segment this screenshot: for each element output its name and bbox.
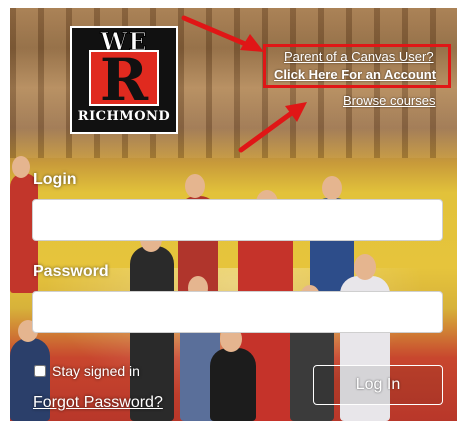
logo-letter: R [89,50,159,109]
annotation-arrow-icon [238,102,307,153]
annotation-arrow-icon [181,15,264,52]
login-page: WE R RICHMOND Parent of a Canvas User? C… [10,8,457,421]
create-account-link[interactable]: Click Here For an Account [274,67,436,82]
login-input[interactable] [32,199,443,241]
school-logo: WE R RICHMOND [70,26,178,134]
parent-canvas-user-link[interactable]: Parent of a Canvas User? [284,49,434,64]
login-label: Login [33,171,77,188]
browse-courses-link[interactable]: Browse courses [343,93,435,108]
forgot-password-link[interactable]: Forgot Password? [33,394,163,412]
stay-signed-in-checkbox[interactable] [34,365,46,377]
password-label: Password [33,263,109,280]
password-input[interactable] [32,291,443,333]
log-in-button[interactable]: Log In [313,365,443,405]
stay-signed-in-label: Stay signed in [52,363,140,379]
logo-bottom-text: RICHMOND [77,109,171,124]
